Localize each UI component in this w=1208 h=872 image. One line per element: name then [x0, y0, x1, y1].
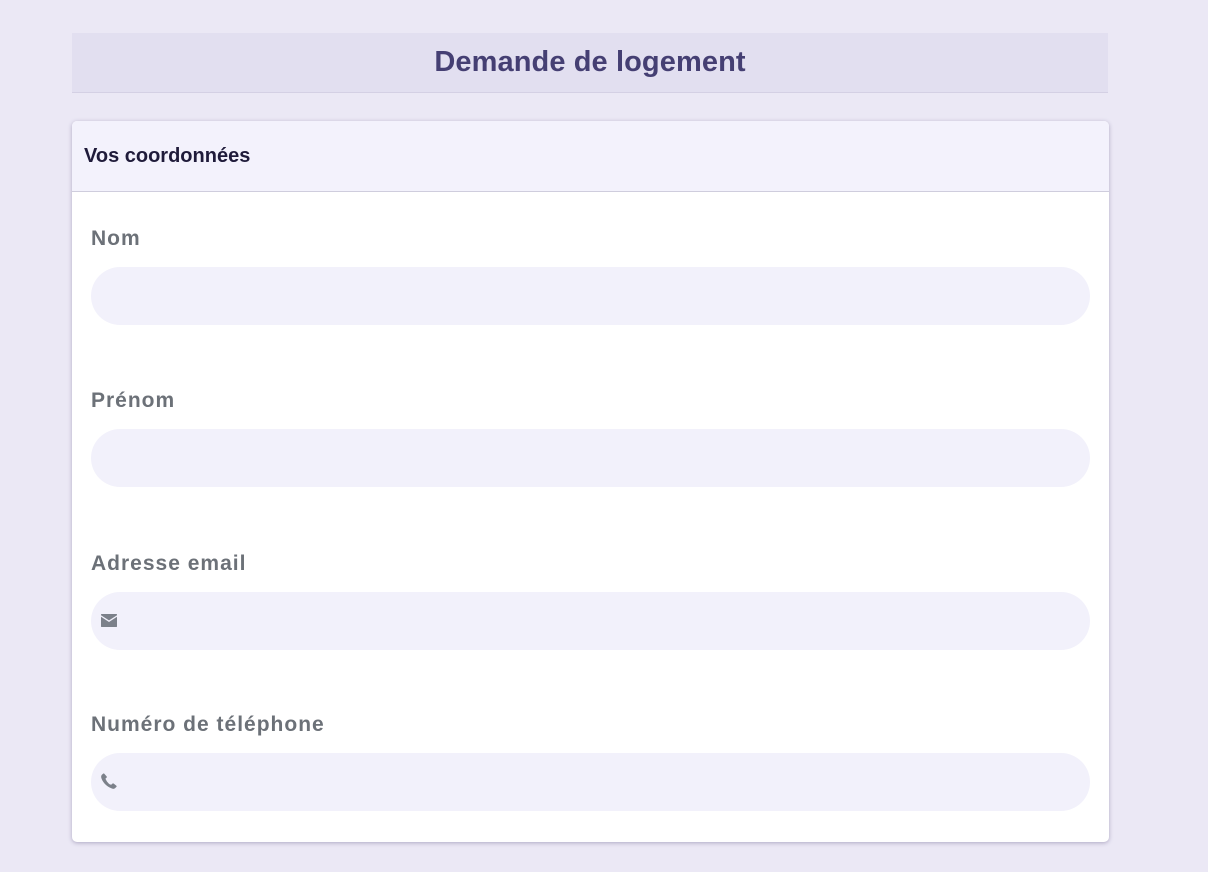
email-field-group: Adresse email: [91, 552, 1090, 650]
nom-input-wrapper: [91, 267, 1090, 325]
email-input-wrapper: [91, 592, 1090, 650]
nom-field-group: Nom: [91, 227, 1090, 325]
telephone-input-wrapper: [91, 753, 1090, 811]
page-header: Demande de logement: [72, 33, 1108, 93]
telephone-field-group: Numéro de téléphone: [91, 713, 1090, 811]
page-title: Demande de logement: [434, 46, 746, 78]
nom-label: Nom: [91, 227, 141, 250]
email-input[interactable]: [91, 592, 1090, 650]
telephone-input[interactable]: [91, 753, 1090, 811]
section-title: Vos coordonnées: [84, 144, 251, 167]
telephone-label: Numéro de téléphone: [91, 713, 325, 736]
prenom-field-group: Prénom: [91, 389, 1090, 487]
email-label: Adresse email: [91, 552, 247, 575]
contact-form-card: Vos coordonnées Nom Prénom Adresse email…: [72, 121, 1109, 842]
prenom-input[interactable]: [91, 429, 1090, 487]
prenom-input-wrapper: [91, 429, 1090, 487]
prenom-label: Prénom: [91, 389, 176, 412]
nom-input[interactable]: [91, 267, 1090, 325]
section-header: Vos coordonnées: [72, 121, 1109, 192]
